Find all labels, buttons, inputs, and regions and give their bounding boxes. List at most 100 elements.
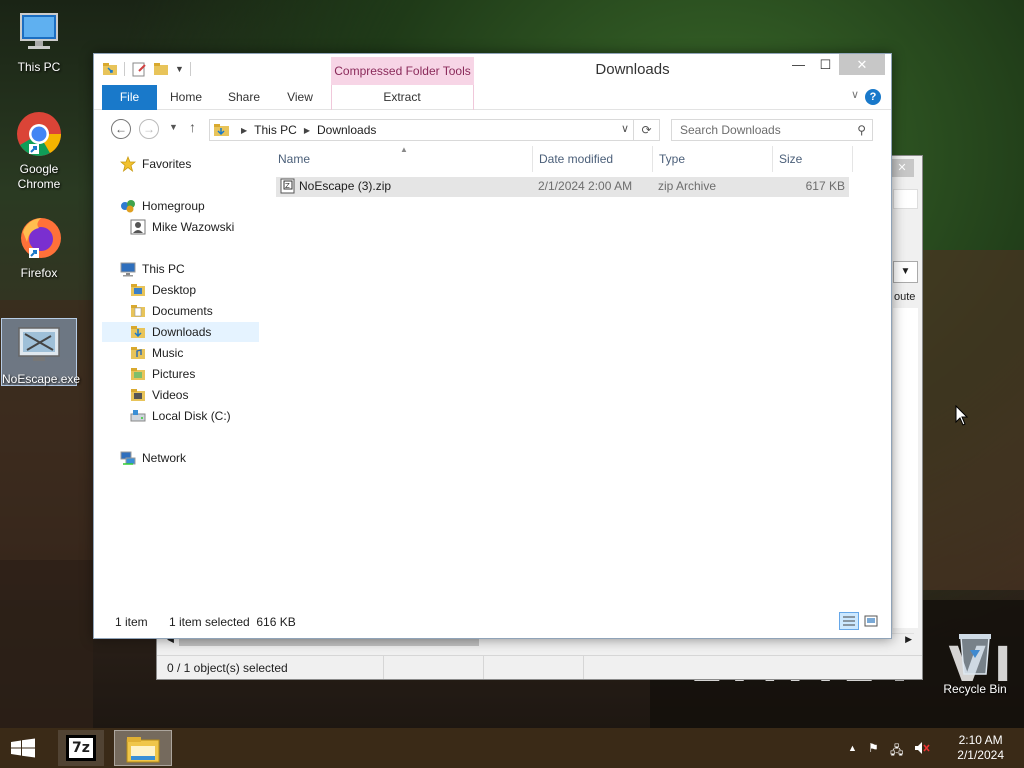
downloads-folder-icon <box>130 324 146 340</box>
bg-window-status-text: 0 / 1 object(s) selected <box>167 660 288 675</box>
nav-label: Documents <box>152 304 213 318</box>
nav-label: Videos <box>152 388 189 402</box>
breadcrumb-downloads[interactable]: Downloads <box>313 123 380 137</box>
nav-documents[interactable]: Documents <box>130 301 213 321</box>
breadcrumb-separator-icon[interactable]: ▶ <box>301 126 313 135</box>
wallpaper-block <box>0 560 93 730</box>
system-tray: ▲ ⚑ 🖧 2:10 AM 2/1/2024 <box>844 728 1024 768</box>
file-row[interactable]: Z NoEscape (3).zip 2/1/2024 2:00 AM zip … <box>276 177 849 197</box>
column-header-date-modified[interactable]: Date modified <box>533 146 653 172</box>
taskbar-explorer-button[interactable] <box>114 730 172 766</box>
nav-this-pc[interactable]: This PC <box>120 259 185 279</box>
taskbar-7zip-button[interactable]: 7z <box>58 730 104 766</box>
application-icon <box>15 322 63 370</box>
recent-locations-dropdown-icon[interactable]: ▼ <box>169 122 178 132</box>
tab-view[interactable]: View <box>276 85 324 110</box>
nav-favorites[interactable]: Favorites <box>119 154 191 174</box>
taskbar: 7z ▲ ⚑ 🖧 2:10 AM 2/1/2024 <box>0 728 1024 768</box>
nav-music[interactable]: Music <box>130 343 183 363</box>
network-status-icon[interactable]: 🖧 <box>890 741 903 762</box>
nav-label: Network <box>142 451 187 465</box>
nav-network[interactable]: Network <box>120 448 186 468</box>
file-list: Name ▲ Date modified Type Size Z NoEscap… <box>270 145 883 606</box>
column-header-type[interactable]: Type <box>653 146 773 172</box>
desktop-icon-chrome[interactable]: Google Chrome <box>1 110 77 192</box>
computer-icon <box>15 8 63 56</box>
desktop-folder-icon <box>130 282 146 298</box>
zip-file-icon: Z <box>280 178 296 194</box>
tab-extract[interactable]: Extract <box>364 85 440 110</box>
address-dropdown-icon[interactable]: ∨ <box>621 122 629 135</box>
explorer-window[interactable]: ▼ Compressed Folder Tools Downloads — ☐ … <box>93 53 892 639</box>
back-button[interactable]: ← <box>111 119 131 139</box>
firefox-icon <box>15 214 63 262</box>
search-input[interactable]: Search Downloads ⚲ <box>671 119 873 141</box>
computer-icon <box>120 261 136 277</box>
nav-pictures[interactable]: Pictures <box>130 364 195 384</box>
nav-local-disk[interactable]: Local Disk (C:) <box>130 406 231 426</box>
help-icon[interactable]: ? <box>865 89 881 105</box>
details-view-button[interactable] <box>839 612 859 630</box>
bg-window-column-header: oute <box>894 291 916 303</box>
network-icon <box>120 450 136 466</box>
file-type: zip Archive <box>658 179 717 193</box>
nav-label: Music <box>152 346 184 360</box>
close-button[interactable]: ✕ <box>839 54 885 75</box>
nav-homegroup-user[interactable]: Mike Wazowski <box>130 217 234 237</box>
status-segment <box>483 656 583 679</box>
maximize-button[interactable]: ☐ <box>812 54 839 75</box>
nav-homegroup[interactable]: Homegroup <box>120 196 205 216</box>
start-button[interactable] <box>8 730 42 766</box>
search-placeholder: Search Downloads <box>680 123 781 137</box>
tab-file[interactable]: File <box>102 85 157 110</box>
clock[interactable]: 2:10 AM 2/1/2024 <box>957 733 1004 763</box>
address-bar[interactable]: ▶ This PC ▶ Downloads ∨ <box>209 119 634 141</box>
star-icon <box>119 155 137 173</box>
svg-text:Z: Z <box>285 182 290 190</box>
minimize-button[interactable]: — <box>785 54 812 75</box>
drive-icon <box>130 408 146 424</box>
nav-desktop[interactable]: Desktop <box>130 280 196 300</box>
bg-window-close-button[interactable]: ✕ <box>890 159 914 177</box>
bg-window-dropdown[interactable]: ▼ <box>893 261 918 283</box>
large-icons-view-button[interactable] <box>861 612 881 630</box>
ribbon-tabs: File Home Share View Extract ∨ ? <box>94 85 891 110</box>
show-hidden-icons-button[interactable]: ▲ <box>848 743 857 753</box>
status-segment <box>383 656 483 679</box>
breadcrumb-separator-icon[interactable]: ▶ <box>238 126 250 135</box>
volume-muted-icon[interactable] <box>914 741 930 758</box>
up-button[interactable]: ↑ <box>189 119 196 135</box>
wallpaper-block <box>920 250 1024 590</box>
forward-button[interactable]: → <box>139 119 159 139</box>
downloads-folder-icon <box>214 123 230 137</box>
user-icon <box>130 219 146 235</box>
scroll-right-arrow-icon[interactable]: ▶ <box>905 634 912 645</box>
desktop-icon-recycle-bin[interactable]: Recycle Bin <box>937 630 1013 697</box>
desktop-icon-noescape[interactable]: NoEscape.exe <box>1 318 81 386</box>
refresh-button[interactable]: ⟳ <box>634 119 660 141</box>
desktop-icon-label: NoEscape.exe <box>2 372 81 386</box>
nav-videos[interactable]: Videos <box>130 385 188 405</box>
title-bar[interactable]: ▼ Compressed Folder Tools Downloads — ☐ … <box>94 54 891 85</box>
chrome-icon <box>15 110 63 158</box>
tab-share[interactable]: Share <box>220 85 268 110</box>
search-icon[interactable]: ⚲ <box>857 120 866 140</box>
desktop-icon-firefox[interactable]: Firefox <box>1 214 77 281</box>
action-center-flag-icon[interactable]: ⚑ <box>868 741 879 755</box>
bg-window-statusbar: 0 / 1 object(s) selected <box>157 655 922 679</box>
desktop-icon-label: Recycle Bin <box>943 682 1007 696</box>
file-explorer-icon <box>126 737 160 763</box>
column-header-size[interactable]: Size <box>773 146 853 172</box>
scroll-thumb[interactable] <box>179 638 479 646</box>
status-bar: 1 item 1 item selected 616 KB <box>94 606 891 638</box>
nav-label: This PC <box>142 262 185 276</box>
desktop-icon-label: Google Chrome <box>17 162 61 191</box>
nav-label: Homegroup <box>142 199 205 213</box>
breadcrumb-this-pc[interactable]: This PC <box>250 123 301 137</box>
expand-ribbon-icon[interactable]: ∨ <box>851 88 859 101</box>
tab-home[interactable]: Home <box>162 85 210 110</box>
nav-downloads[interactable]: Downloads <box>102 322 259 342</box>
homegroup-icon <box>120 198 136 214</box>
desktop-icon-this-pc[interactable]: This PC <box>1 8 77 75</box>
videos-folder-icon <box>130 387 146 403</box>
